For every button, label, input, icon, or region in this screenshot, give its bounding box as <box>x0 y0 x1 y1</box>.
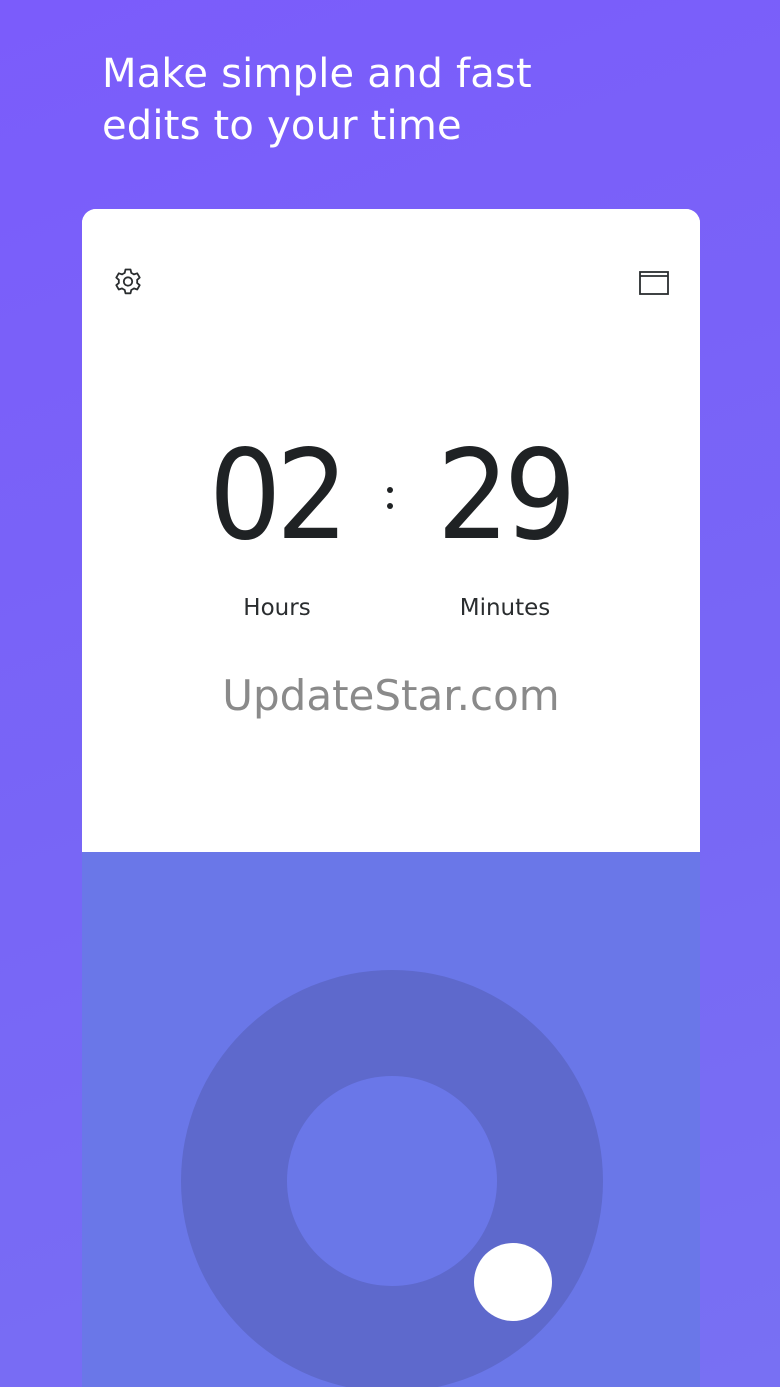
settings-button[interactable] <box>106 261 150 305</box>
hours-value[interactable]: 02 <box>184 431 368 561</box>
dial-center <box>287 1076 497 1286</box>
timer-card: 02 29 Hours Minutes UpdateStar.com <box>82 209 700 1387</box>
hours-label: Hours <box>243 595 311 621</box>
timer-display-panel: 02 29 Hours Minutes UpdateStar.com <box>82 209 700 852</box>
window-mode-button[interactable] <box>632 261 676 305</box>
headline-line-2: edits to your time <box>102 103 462 149</box>
dial-knob[interactable] <box>474 1243 552 1321</box>
time-separator <box>382 483 398 513</box>
minutes-label: Minutes <box>459 595 551 621</box>
time-dial[interactable] <box>181 970 603 1387</box>
headline-line-1: Make simple and fast <box>102 51 532 97</box>
dial-panel <box>82 852 700 1387</box>
headline: Make simple and fast edits to your time <box>102 48 662 152</box>
minutes-value[interactable]: 29 <box>412 431 596 561</box>
gear-icon <box>115 268 141 295</box>
watermark-text: UpdateStar.com <box>222 671 560 720</box>
window-icon <box>639 271 669 295</box>
time-display: 02 29 <box>82 431 700 561</box>
